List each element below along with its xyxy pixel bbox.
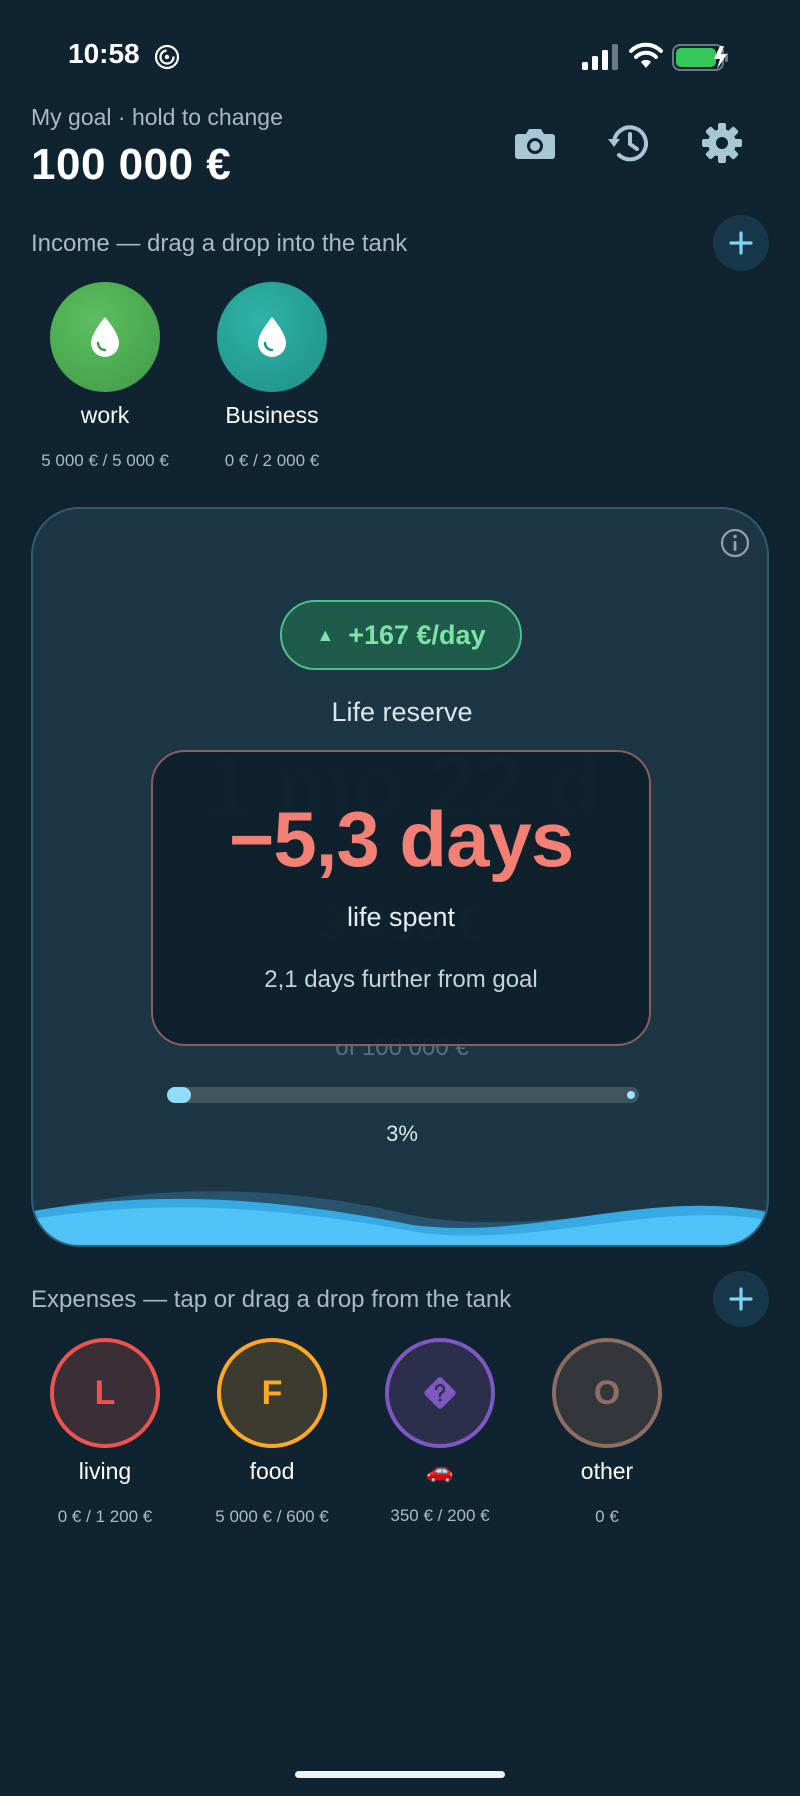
goal-amount[interactable]: 100 000 € xyxy=(31,140,231,190)
wifi-icon xyxy=(629,42,663,68)
income-item-work[interactable]: work 5 000 € / 5 000 € xyxy=(22,282,188,471)
add-income-button[interactable] xyxy=(713,215,769,271)
status-time: 10:58 xyxy=(68,38,140,69)
expense-name: 🚗 xyxy=(426,1458,454,1483)
cellular-signal-icon xyxy=(582,44,618,70)
history-icon xyxy=(608,125,648,162)
income-name: work xyxy=(80,402,130,428)
expense-item-living[interactable]: L living 0 € / 1 200 € xyxy=(22,1338,188,1527)
income-drop-circle[interactable] xyxy=(217,282,327,392)
expense-amount: 5 000 € / 600 € xyxy=(215,1507,329,1526)
info-icon[interactable] xyxy=(719,527,751,559)
income-name: Business xyxy=(225,402,319,428)
water-drop-icon xyxy=(258,317,286,357)
battery-charging-icon xyxy=(672,44,728,71)
income-item-business[interactable]: Business 0 € / 2 000 € xyxy=(189,282,355,471)
history-button[interactable] xyxy=(606,120,652,166)
expense-name: food xyxy=(249,1458,295,1484)
home-indicator[interactable] xyxy=(295,1771,505,1778)
expense-name: living xyxy=(78,1458,132,1484)
goal-progress-fill xyxy=(167,1087,191,1103)
daily-rate-value: +167 €/day xyxy=(348,619,486,650)
income-drop-circle[interactable] xyxy=(50,282,160,392)
expense-amount: 0 € xyxy=(595,1507,619,1526)
income-amount: 5 000 € / 5 000 € xyxy=(41,451,169,470)
goal-hint[interactable]: My goal · hold to change xyxy=(31,104,283,131)
expenses-section-title: Expenses — tap or drag a drop from the t… xyxy=(31,1286,512,1313)
settings-button[interactable] xyxy=(699,120,745,166)
goal-progress-end-dot xyxy=(627,1091,635,1099)
unknown-category-icon xyxy=(424,1377,456,1409)
gear-icon xyxy=(702,123,742,163)
life-spent-label: life spent xyxy=(346,902,456,932)
life-reserve-label: Life reserve xyxy=(331,697,473,727)
further-from-goal-text: 2,1 days further from goal xyxy=(264,966,538,993)
camera-icon xyxy=(515,129,555,159)
expense-amount: 350 € / 200 € xyxy=(390,1506,490,1525)
expense-item-car[interactable]: 🚗 350 € / 200 € xyxy=(357,1338,523,1526)
water-wave xyxy=(33,1191,767,1245)
add-expense-button[interactable] xyxy=(713,1271,769,1327)
daily-rate-badge: ▲ +167 €/day xyxy=(280,600,522,670)
expense-drop-circle[interactable]: L xyxy=(50,1338,160,1448)
income-amount: 0 € / 2 000 € xyxy=(224,451,320,470)
expense-item-food[interactable]: F food 5 000 € / 600 € xyxy=(189,1338,355,1527)
plus-icon xyxy=(729,231,753,255)
plus-icon xyxy=(729,1287,753,1311)
life-spent-card: −5,3 days life spent 2,1 days further fr… xyxy=(151,750,651,1046)
income-section-title: Income — drag a drop into the tank xyxy=(31,230,408,257)
spiral-icon xyxy=(154,44,180,70)
life-spent-value: −5,3 days xyxy=(228,795,574,883)
life-tank[interactable]: ▲ +167 €/day Life reserve 1 mo 22 d 3 45… xyxy=(31,507,769,1247)
camera-button[interactable] xyxy=(512,120,558,166)
goal-progress-bar xyxy=(167,1087,639,1103)
expense-drop-circle[interactable]: F xyxy=(217,1338,327,1448)
expense-item-other[interactable]: O other 0 € xyxy=(524,1338,690,1527)
expense-amount: 0 € / 1 200 € xyxy=(57,1507,153,1526)
goal-progress-percent: 3% xyxy=(386,1121,418,1146)
expense-drop-circle[interactable]: O xyxy=(552,1338,662,1448)
expense-drop-circle[interactable] xyxy=(385,1338,495,1448)
water-drop-icon xyxy=(91,317,119,357)
expense-name: other xyxy=(580,1458,634,1484)
up-triangle-icon: ▲ xyxy=(316,624,335,645)
